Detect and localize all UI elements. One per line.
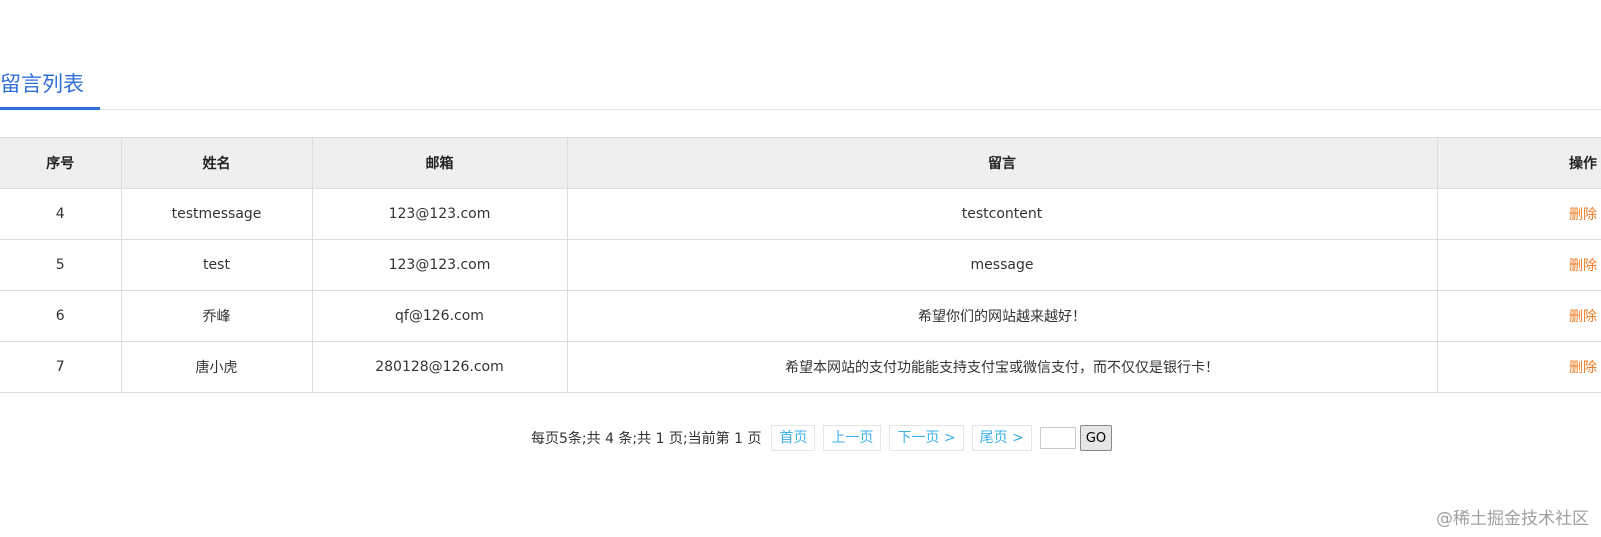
delete-link[interactable]: 删除: [1569, 360, 1597, 376]
page-title[interactable]: 留言列表: [0, 68, 100, 110]
cell-name: test: [120, 239, 312, 291]
cell-name: testmessage: [120, 188, 312, 240]
column-header-email: 邮箱: [311, 137, 567, 189]
cell-index: 6: [0, 290, 121, 342]
cell-message: 希望你们的网站越来越好！: [566, 290, 1437, 342]
cell-name: 唐小虎: [120, 341, 312, 393]
tab-bar: 留言列表: [0, 0, 1601, 110]
cell-index: 5: [0, 239, 121, 291]
table-row: 6 乔峰 qf@126.com 希望你们的网站越来越好！ 删除: [0, 290, 1601, 342]
cell-action: 删除: [1436, 341, 1601, 393]
watermark: @稀土掘金技术社区: [1436, 509, 1589, 529]
cell-message: testcontent: [566, 188, 1437, 240]
column-header-index: 序号: [0, 137, 121, 189]
pagination-info: 每页5条;共 4 条;共 1 页;当前第 1 页: [531, 431, 762, 447]
next-page-button[interactable]: 下一页 >: [889, 425, 964, 451]
delete-link[interactable]: 删除: [1569, 207, 1597, 223]
cell-message: message: [566, 239, 1437, 291]
column-header-name: 姓名: [120, 137, 312, 189]
delete-link[interactable]: 删除: [1569, 258, 1597, 274]
cell-message: 希望本网站的支付功能能支持支付宝或微信支付，而不仅仅是银行卡！: [566, 341, 1437, 393]
table-row: 7 唐小虎 280128@126.com 希望本网站的支付功能能支持支付宝或微信…: [0, 341, 1601, 393]
message-table-container: 序号 姓名 邮箱 留言 操作 4 testmessage 123@123.com…: [0, 137, 1601, 393]
pagination: 每页5条;共 4 条;共 1 页;当前第 1 页 首页 上一页 下一页 > 尾页…: [531, 425, 1113, 451]
cell-email: 123@123.com: [311, 239, 567, 291]
column-header-message: 留言: [566, 137, 1437, 189]
cell-index: 7: [0, 341, 121, 393]
go-button[interactable]: GO: [1079, 425, 1113, 451]
cell-email: 123@123.com: [311, 188, 567, 240]
cell-name: 乔峰: [120, 290, 312, 342]
cell-action: 删除: [1436, 290, 1601, 342]
delete-link[interactable]: 删除: [1569, 309, 1597, 325]
column-header-action: 操作: [1436, 137, 1601, 189]
cell-index: 4: [0, 188, 121, 240]
page-number-input[interactable]: [1039, 427, 1076, 449]
cell-action: 删除: [1436, 239, 1601, 291]
table-row: 4 testmessage 123@123.com testcontent 删除: [0, 188, 1601, 240]
cell-email: 280128@126.com: [311, 341, 567, 393]
last-page-button[interactable]: 尾页 >: [971, 425, 1032, 451]
first-page-button[interactable]: 首页: [771, 425, 816, 451]
cell-email: qf@126.com: [311, 290, 567, 342]
cell-action: 删除: [1436, 188, 1601, 240]
prev-page-button[interactable]: 上一页: [823, 425, 882, 451]
table-row: 5 test 123@123.com message 删除: [0, 239, 1601, 291]
message-table: 序号 姓名 邮箱 留言 操作 4 testmessage 123@123.com…: [0, 137, 1601, 393]
table-header-row: 序号 姓名 邮箱 留言 操作: [0, 137, 1601, 189]
